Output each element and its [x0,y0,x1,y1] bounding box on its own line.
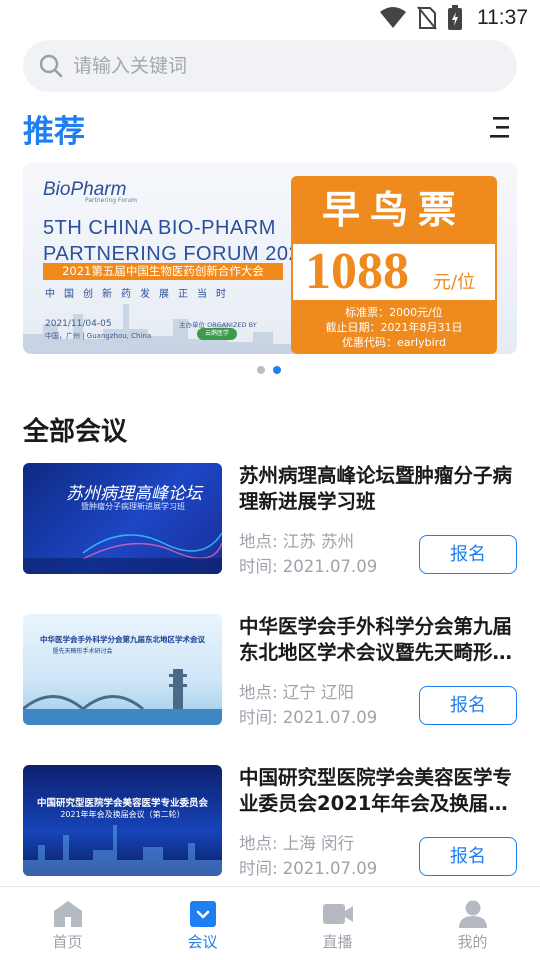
banner-headline-1: 5TH CHINA BIO-PHARM [43,217,276,239]
meeting-icon [190,901,216,927]
conference-time: 时间: 2021.07.09 [239,708,378,727]
ticket-price: 1088 [305,243,409,300]
conference-thumbnail: 中华医学会手外科学分会第九届东北地区学术会议 暨先天畸形手术研讨会 [23,614,222,725]
banner-cn-title: 2021第五届中国生物医药创新合作大会 [43,263,283,280]
home-icon [54,901,82,927]
status-time: 11:37 [477,6,528,29]
battery-icon [448,5,462,30]
carousel-dot[interactable] [257,366,265,374]
ticket-code: 优惠代码：earlybird [342,336,446,349]
thumbnail-subtitle: 暨肿瘤分子病理新进展学习班 [81,502,185,511]
banner-slogan: 中国创新药发展正当时 [45,289,235,300]
wifi-icon [380,7,406,28]
conference-item[interactable]: 中华医学会手外科学分会第九届东北地区学术会议 暨先天畸形手术研讨会 中华医学会手… [23,614,517,727]
conference-location: 地点: 江苏 苏州 [239,532,355,551]
banner-carousel[interactable]: BioPharm Partnering Forum 5TH CHINA BIO-… [23,163,517,354]
status-bar: 11:37 [0,0,540,36]
conference-location: 地点: 上海 闵行 [239,834,355,853]
thumbnail-city-decor [23,825,222,876]
tab-label: 直播 [322,933,353,951]
thumbnail-title: 中华医学会手外科学分会第九届东北地区学术会议 [40,635,205,644]
bottom-tab-bar: 首页 会议 直播 我的 [0,886,540,960]
carousel-indicator [257,366,281,374]
thumbnail-title: 中国研究型医院学会美容医学专业委员会 [36,798,208,809]
conference-title[interactable]: 中国研究型医院学会美容医学专业委员会2021年年会及换届会议 [239,765,517,817]
thumbnail-subtitle: 2021年年会及换届会议（第二轮） [60,810,185,819]
conference-item[interactable]: 中国研究型医院学会美容医学专业委员会 2021年年会及换届会议（第二轮） 中国研… [23,765,517,878]
ticket-unit: 元/位 [433,272,476,293]
conference-item[interactable]: 苏州病理高峰论坛 暨肿瘤分子病理新进展学习班 苏州病理高峰论坛暨肿瘤分子病理新进… [23,463,517,576]
status-icons: 11:37 [379,4,528,32]
thumbnail-bridge-decor [23,669,222,725]
register-button[interactable]: 报名 [419,686,517,725]
banner-place: 中国，广州 | Guangzhou, China [45,332,152,340]
no-sim-icon [417,6,437,30]
logo-subtitle: Partnering Forum [85,197,138,204]
tab-meeting[interactable]: 会议 [135,887,270,960]
ticket-standard-price: 标准票：2000元/位 [345,306,443,319]
ticket-deadline: 截止日期：2021年8月31日 [325,321,463,334]
carousel-dot-active[interactable] [273,366,281,374]
search-bar[interactable] [23,40,517,92]
conference-title[interactable]: 苏州病理高峰论坛暨肿瘤分子病理新进展学习班 [239,463,517,515]
organizer-logo: 云鹊医学 [197,328,237,340]
search-input[interactable] [73,55,473,77]
banner-date: 2021/11/04-05 [45,319,112,329]
menu-icon[interactable] [487,114,515,142]
conference-thumbnail: 苏州病理高峰论坛 暨肿瘤分子病理新进展学习班 [23,463,222,574]
tab-label: 会议 [187,933,218,951]
early-bird-ticket: 早鸟票 1088 元/位 标准票：2000元/位 截止日期：2021年8月31日… [291,176,497,354]
video-icon [323,904,353,924]
search-icon [39,54,63,78]
tab-home[interactable]: 首页 [0,887,135,960]
conference-location: 地点: 辽宁 辽阳 [239,683,355,702]
ticket-title: 早鸟票 [291,176,497,244]
thumbnail-subtitle: 暨先天畸形手术研讨会 [52,648,113,655]
tab-label: 首页 [52,933,83,951]
conference-time: 时间: 2021.07.09 [239,557,378,576]
conference-time: 时间: 2021.07.09 [239,859,378,878]
user-icon [459,900,487,928]
tab-live[interactable]: 直播 [270,887,405,960]
tab-label: 我的 [457,933,488,951]
register-button[interactable]: 报名 [419,837,517,876]
tab-profile[interactable]: 我的 [405,887,540,960]
ticket-price-box: 1088 元/位 [291,243,497,300]
all-meetings-title: 全部会议 [23,417,128,447]
register-button[interactable]: 报名 [419,535,517,574]
ticket-details: 标准票：2000元/位 截止日期：2021年8月31日 优惠代码：earlybi… [291,300,497,354]
recommend-title: 推荐 [23,114,85,150]
conference-thumbnail: 中国研究型医院学会美容医学专业委员会 2021年年会及换届会议（第二轮） [23,765,222,876]
conference-title[interactable]: 中华医学会手外科学分会第九届东北地区学术会议暨先天畸形手术研讨会 [239,614,517,666]
